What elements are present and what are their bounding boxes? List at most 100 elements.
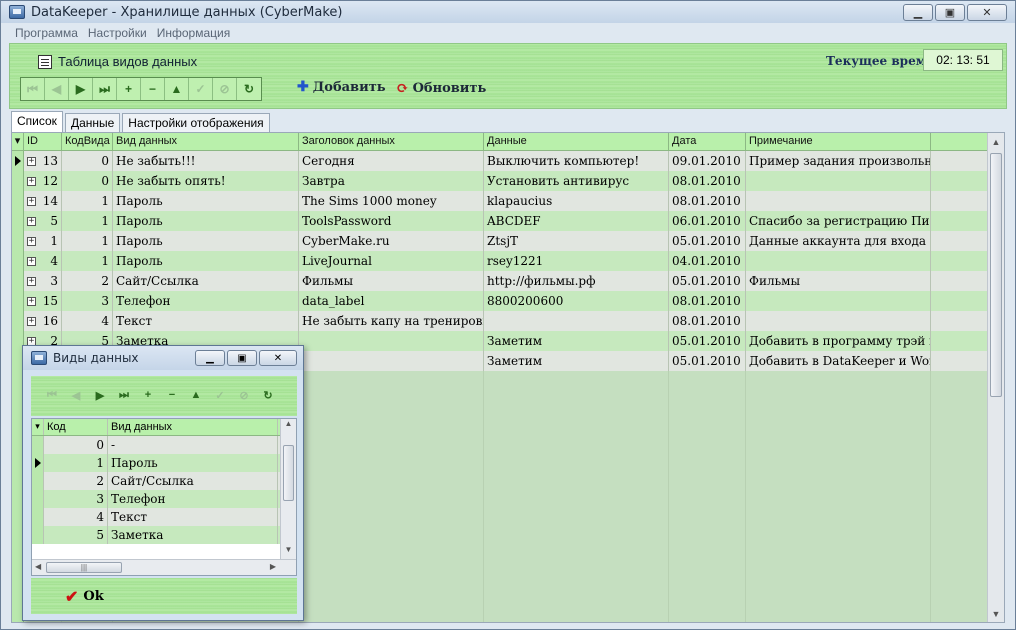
dialog-edit-record-icon[interactable]: ▲ [185, 385, 207, 405]
list-item[interactable]: 3 Телефон [32, 490, 296, 508]
cell-id[interactable]: +5 [24, 211, 62, 231]
dialog-hscroll-thumb[interactable]: ||| [46, 562, 122, 573]
cell-title[interactable]: LiveJournal [299, 251, 484, 271]
row-indicator[interactable] [32, 472, 44, 490]
dialog-header-indicator[interactable]: ▾ [32, 419, 44, 435]
table-row[interactable]: +14 1 Пароль The Sims 1000 money klapaucius 0… [12, 191, 1004, 211]
cell-kodvida[interactable]: 1 [62, 231, 113, 251]
expand-icon[interactable]: + [27, 196, 36, 206]
dialog-header-vid[interactable]: Вид данных [108, 419, 278, 435]
row-indicator[interactable] [12, 231, 24, 251]
cell-vid[interactable]: Пароль [113, 191, 299, 211]
menu-settings[interactable]: Настройки [88, 26, 147, 40]
row-indicator[interactable] [12, 311, 24, 331]
close-button[interactable]: ✕ [967, 4, 1007, 21]
cell-note[interactable]: Пример задания произвольной д [746, 151, 931, 171]
cell-data[interactable]: Установить антивирус [484, 171, 669, 191]
cancel-edit-icon[interactable]: ⊘ [213, 78, 237, 100]
dialog-close-button[interactable]: ✕ [259, 350, 297, 366]
dialog-scroll-down-icon[interactable]: ▼ [281, 545, 296, 559]
cell-note[interactable] [746, 291, 931, 311]
tab-list[interactable]: Список [11, 111, 63, 133]
scroll-thumb[interactable] [990, 153, 1002, 397]
row-indicator[interactable] [32, 436, 44, 454]
cell-kod[interactable]: 1 [44, 454, 108, 472]
cell-vid[interactable]: - [108, 436, 278, 454]
dialog-maximize-button[interactable]: ▣ [227, 350, 257, 366]
insert-record-icon[interactable]: + [117, 78, 141, 100]
cell-id[interactable]: +15 [24, 291, 62, 311]
cell-date[interactable]: 08.01.2010 [669, 291, 746, 311]
cell-date[interactable]: 08.01.2010 [669, 171, 746, 191]
expand-icon[interactable]: + [27, 176, 36, 186]
prev-record-icon[interactable]: ◀ [45, 78, 69, 100]
cell-data[interactable]: rsey1221 [484, 251, 669, 271]
cell-id[interactable]: +13 [24, 151, 62, 171]
ok-button[interactable]: ✔ Ok [65, 587, 104, 606]
dialog-last-record-icon[interactable]: ⏭ [113, 385, 135, 405]
cell-note[interactable]: Спасибо за регистрацию Письмо [746, 211, 931, 231]
cell-kod[interactable]: 3 [44, 490, 108, 508]
cell-data[interactable]: 8800200600 [484, 291, 669, 311]
table-row[interactable]: +4 1 Пароль LiveJournal rsey1221 04.01.2010 [12, 251, 1004, 271]
cell-kodvida[interactable]: 0 [62, 151, 113, 171]
row-indicator[interactable] [32, 508, 44, 526]
dialog-scroll-thumb[interactable] [283, 445, 294, 501]
cell-kodvida[interactable]: 2 [62, 271, 113, 291]
expand-icon[interactable]: + [27, 316, 36, 326]
cell-kod[interactable]: 2 [44, 472, 108, 490]
dialog-next-record-icon[interactable]: ▶ [89, 385, 111, 405]
cell-date[interactable]: 05.01.2010 [669, 231, 746, 251]
cell-vid[interactable]: Сайт/Ссылка [108, 472, 278, 490]
cell-id[interactable]: +4 [24, 251, 62, 271]
delete-record-icon[interactable]: − [141, 78, 165, 100]
row-indicator[interactable] [12, 211, 24, 231]
cell-note[interactable] [746, 171, 931, 191]
row-indicator[interactable] [32, 454, 44, 472]
dialog-horizontal-scrollbar[interactable]: ◀ ||| ▶ [32, 559, 296, 575]
cell-date[interactable]: 05.01.2010 [669, 271, 746, 291]
dialog-post-edit-icon[interactable]: ✓ [209, 385, 231, 405]
expand-icon[interactable]: + [27, 156, 36, 166]
header-note[interactable]: Примечание [746, 133, 931, 150]
row-indicator[interactable] [12, 171, 24, 191]
row-indicator[interactable] [12, 291, 24, 311]
cell-vid[interactable]: Пароль [113, 251, 299, 271]
header-title[interactable]: Заголовок данных [299, 133, 484, 150]
row-indicator[interactable] [32, 526, 44, 544]
last-record-icon[interactable]: ⏭ [93, 78, 117, 100]
dialog-cancel-edit-icon[interactable]: ⊘ [233, 385, 255, 405]
cell-title[interactable]: ToolsPassword [299, 211, 484, 231]
tab-display-settings[interactable]: Настройки отображения [122, 113, 270, 133]
dialog-refresh-data-icon[interactable]: ↻ [257, 385, 279, 405]
maximize-button[interactable]: ▣ [935, 4, 965, 21]
cell-vid[interactable]: Не забыть!!! [113, 151, 299, 171]
cell-kodvida[interactable]: 1 [62, 251, 113, 271]
cell-title[interactable]: Завтра [299, 171, 484, 191]
cell-kodvida[interactable]: 0 [62, 171, 113, 191]
cell-id[interactable]: +1 [24, 231, 62, 251]
cell-date[interactable]: 05.01.2010 [669, 331, 746, 351]
grid-vertical-scrollbar[interactable]: ▲ ▼ [987, 133, 1004, 622]
cell-date[interactable]: 08.01.2010 [669, 191, 746, 211]
cell-vid[interactable]: Сайт/Ссылка [113, 271, 299, 291]
cell-vid[interactable]: Телефон [113, 291, 299, 311]
dialog-first-record-icon[interactable]: ⏮ [41, 385, 63, 405]
cell-note[interactable]: Данные аккаунта для входа в Пан [746, 231, 931, 251]
header-id[interactable]: ID [24, 133, 62, 150]
scroll-up-icon[interactable]: ▲ [988, 133, 1004, 150]
cell-id[interactable]: +12 [24, 171, 62, 191]
header-data[interactable]: Данные [484, 133, 669, 150]
add-button[interactable]: ✚ Добавить [297, 79, 386, 95]
table-row[interactable]: +15 3 Телефон data_label 8800200600 08.01.201… [12, 291, 1004, 311]
cell-title[interactable] [299, 331, 484, 351]
cell-vid[interactable]: Не забыть опять! [113, 171, 299, 191]
table-row[interactable]: +16 4 Текст Не забыть капу на тренировку 08.… [12, 311, 1004, 331]
cell-vid[interactable]: Пароль [113, 231, 299, 251]
cell-data[interactable] [484, 311, 669, 331]
cell-data[interactable]: http://фильмы.рф [484, 271, 669, 291]
dialog-minimize-button[interactable]: ▁ [195, 350, 225, 366]
row-indicator[interactable] [12, 271, 24, 291]
cell-note[interactable] [746, 251, 931, 271]
cell-vid[interactable]: Заметка [108, 526, 278, 544]
